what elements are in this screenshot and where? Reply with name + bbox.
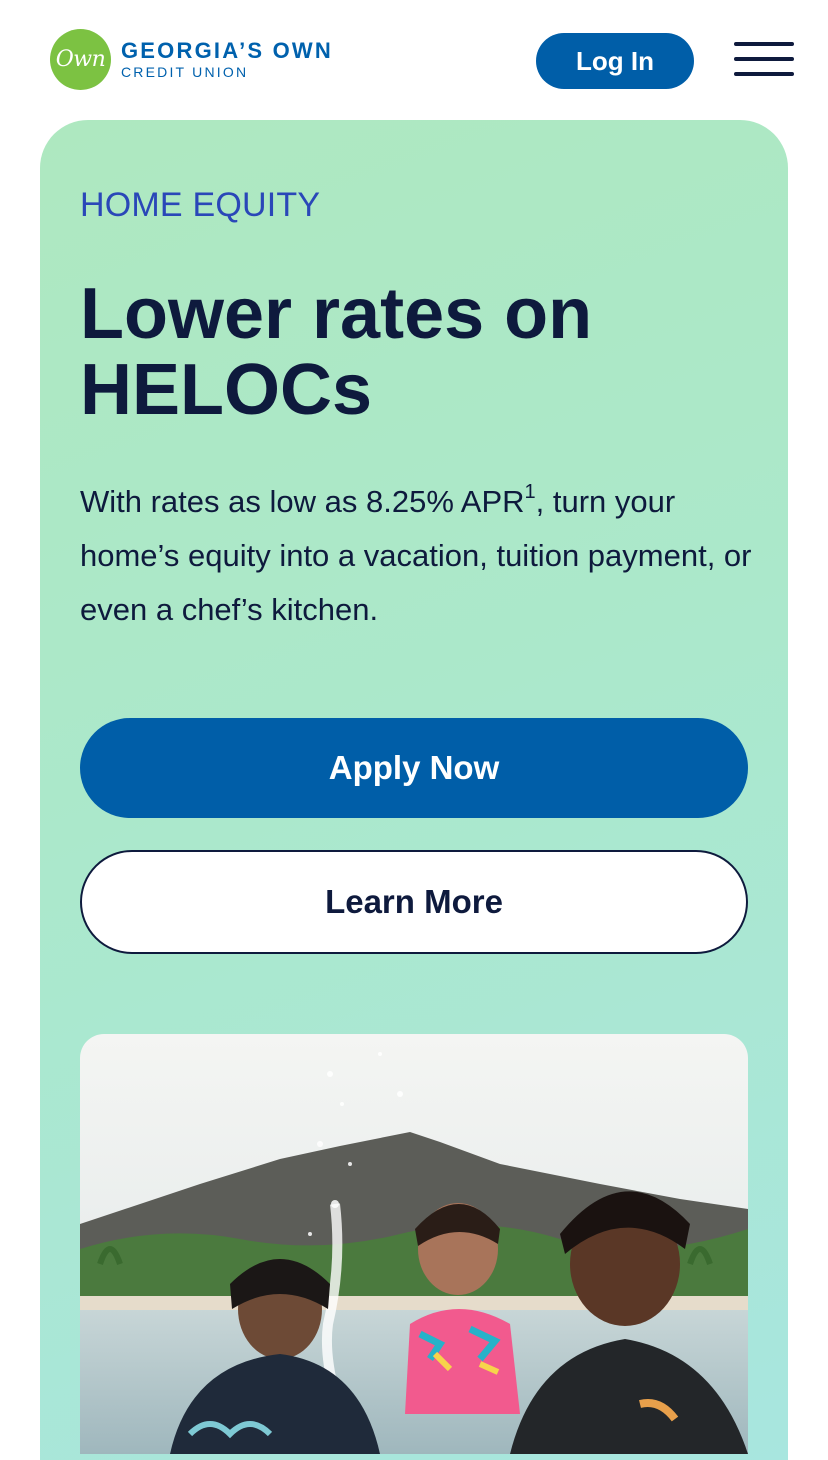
body-text-rate: With rates as low as 8.25% APR (80, 484, 525, 519)
georgias-own-logo[interactable]: Own GEORGIA’S OWN CREDIT UNION (50, 29, 333, 90)
site-header: Own GEORGIA’S OWN CREDIT UNION Log In (0, 0, 828, 120)
logo-line-1: GEORGIA’S OWN (121, 37, 333, 63)
hero-headline: Lower rates on HELOCs (80, 274, 593, 430)
logo-line-2: CREDIT UNION (121, 63, 249, 80)
hamburger-menu-icon[interactable] (734, 42, 794, 76)
logo-badge: Own (50, 29, 111, 90)
learn-more-button[interactable]: Learn More (80, 850, 748, 954)
hero-eyebrow: HOME EQUITY (80, 186, 321, 224)
hero-card: HOME EQUITY Lower rates on HELOCs With r… (40, 120, 788, 1460)
logo-wordmark: GEORGIA’S OWN CREDIT UNION (121, 37, 333, 81)
family-beach-photo (80, 1034, 748, 1454)
apply-now-button[interactable]: Apply Now (80, 718, 748, 818)
hero-body-text: With rates as low as 8.25% APR1, turn yo… (80, 475, 760, 637)
login-button[interactable]: Log In (536, 33, 694, 89)
footnote-link[interactable]: 1 (525, 481, 536, 503)
